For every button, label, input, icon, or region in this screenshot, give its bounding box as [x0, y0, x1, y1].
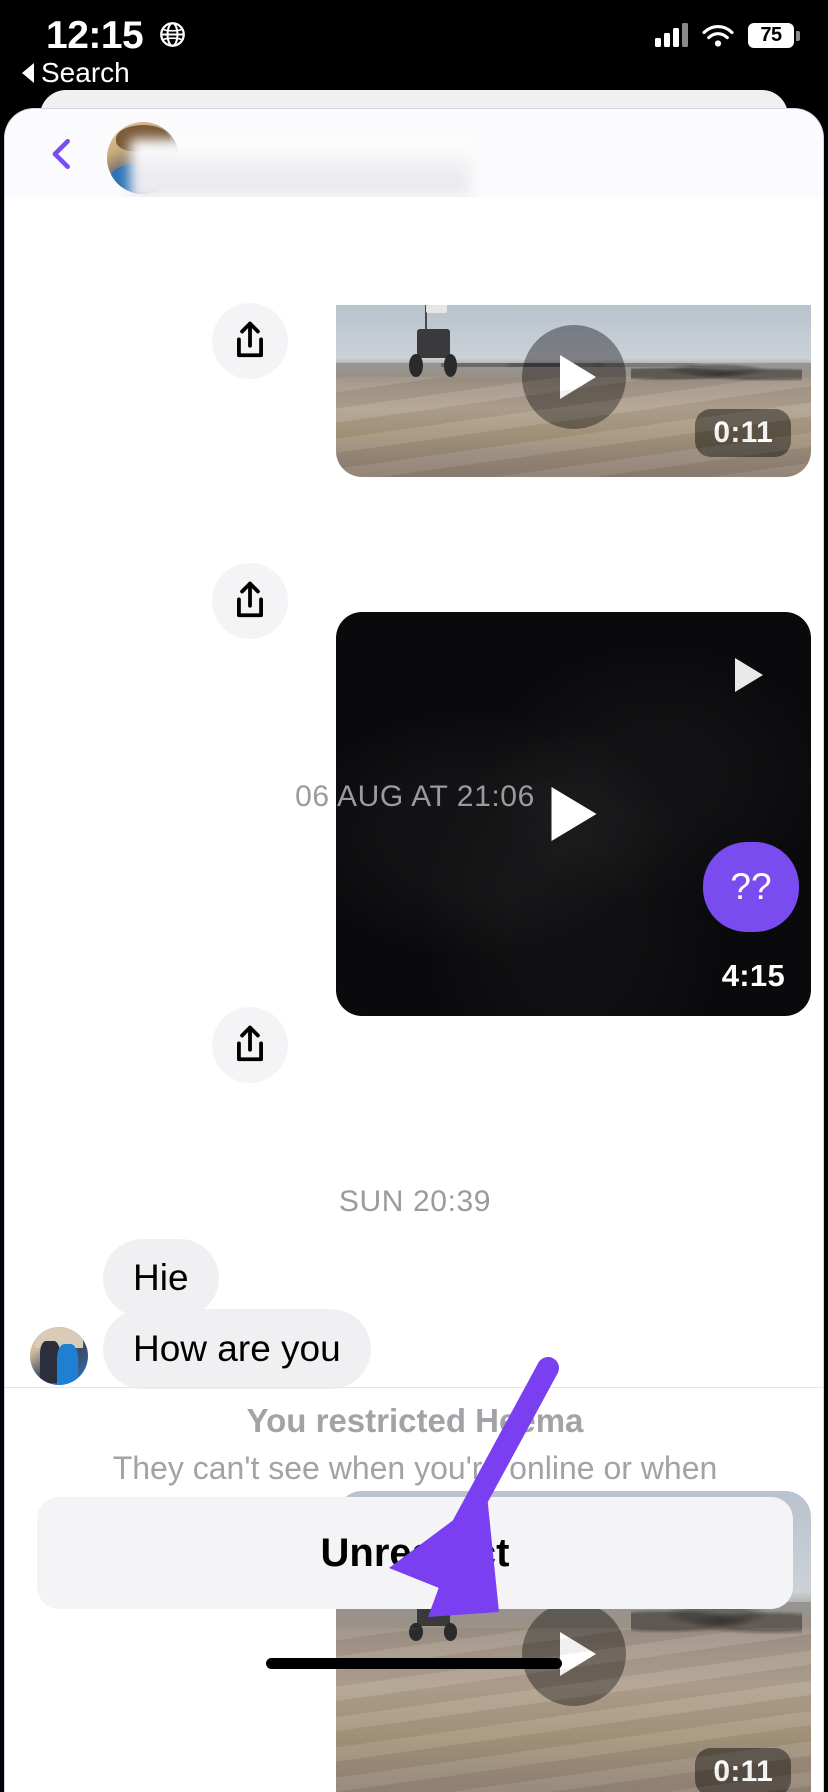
phone-screenshot: 12:15 75 Search 0:11 4:15 06 AUG AT 21:0…	[0, 0, 828, 1792]
share-button[interactable]	[212, 563, 288, 639]
chevron-left-icon[interactable]	[45, 137, 79, 171]
app-sheet: 0:11 4:15 06 AUG AT 21:06 ?? 0:11 SUN 20…	[4, 108, 824, 1792]
home-indicator	[266, 1658, 562, 1669]
play-icon	[560, 1631, 596, 1676]
play-button[interactable]	[521, 325, 626, 430]
timestamp-divider: SUN 20:39	[338, 1185, 492, 1218]
thread-header	[5, 109, 823, 201]
play-icon	[735, 658, 763, 692]
video-duration: 0:11	[695, 409, 791, 457]
share-button[interactable]	[212, 1007, 288, 1083]
play-icon	[560, 355, 596, 400]
share-button[interactable]	[212, 303, 288, 379]
video-duration: 4:15	[721, 958, 785, 993]
share-icon	[237, 321, 263, 358]
play-button[interactable]	[521, 1601, 626, 1706]
timestamp-divider: 06 AUG AT 21:06	[295, 780, 535, 813]
share-icon	[237, 1025, 263, 1062]
battery-icon: 75	[748, 22, 800, 48]
restriction-title: You restricted Heema	[246, 1402, 584, 1439]
globe-icon	[160, 22, 185, 47]
video-duration: 0:11	[695, 1748, 791, 1792]
battery-level: 75	[760, 23, 782, 46]
triangle-left-icon	[22, 63, 34, 83]
incoming-message-bubble[interactable]: Hie	[103, 1239, 219, 1317]
share-icon	[237, 581, 263, 618]
back-to-search-label: Search	[41, 57, 130, 88]
status-indicators: 75	[655, 20, 800, 50]
outgoing-message-bubble[interactable]: ??	[703, 842, 799, 932]
message-thread[interactable]: 0:11 4:15 06 AUG AT 21:06 ?? 0:11 SUN 20…	[5, 197, 823, 1792]
cellular-signal-icon	[655, 23, 688, 47]
back-to-search-link[interactable]: Search	[22, 54, 130, 92]
video-message[interactable]: 4:15	[336, 612, 811, 1016]
username-redacted	[130, 139, 470, 201]
wifi-icon	[702, 24, 734, 47]
section-divider	[5, 1387, 823, 1388]
video-message[interactable]: 0:11	[336, 305, 811, 477]
status-time: 12:15	[46, 14, 144, 57]
incoming-message-bubble[interactable]: How are you	[103, 1309, 371, 1389]
unrestrict-button[interactable]: Unrestrict	[37, 1497, 793, 1609]
avatar[interactable]	[30, 1327, 88, 1385]
